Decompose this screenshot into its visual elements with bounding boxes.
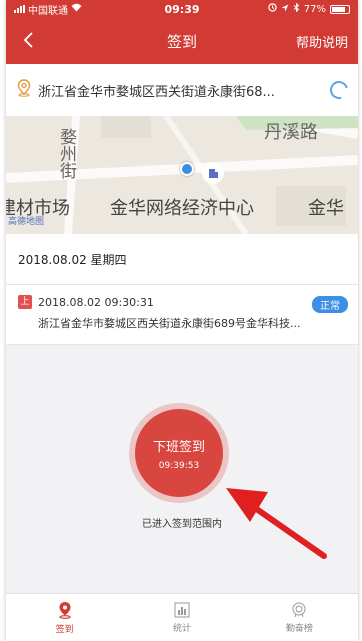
map-label-right: 金华 — [308, 198, 344, 219]
morning-tag: 上 — [18, 295, 32, 309]
phone-screen: 中国联通 09:39 77% 签到 帮助说明 浙江省金华市婺城区西关街道永康街6… — [6, 0, 358, 641]
current-address: 浙江省金华市婺城区西关街道永康街68... — [38, 84, 275, 100]
tab-label: 勤奋榜 — [285, 623, 313, 634]
tab-checkin[interactable]: 签到 — [6, 594, 123, 641]
red-arrow-annotation — [226, 488, 327, 559]
status-badge: 正常 — [312, 296, 348, 313]
map-label-road: 丹溪路 — [264, 122, 318, 143]
location-row: 浙江省金华市婺城区西关街道永康街68... — [6, 64, 358, 116]
chart-icon — [174, 602, 190, 617]
building-icon — [202, 162, 224, 184]
tab-label: 签到 — [55, 624, 74, 635]
checkout-button[interactable]: 下班签到 09:39:53 — [135, 409, 223, 497]
map-label-street: 婺州街 — [60, 128, 77, 182]
battery-icon — [330, 4, 350, 14]
tab-bar: 签到 统计 勤奋榜 — [6, 593, 358, 641]
medal-icon — [292, 602, 306, 617]
record-time: 2018.08.02 09:30:31 — [38, 295, 154, 309]
map-view[interactable]: 丹溪路 婺州街 建材市场 金华网络经济中心 金华 高德地图 — [6, 116, 358, 234]
record-header: 上 2018.08.02 09:30:31 — [18, 295, 346, 309]
refresh-location-icon[interactable] — [326, 77, 352, 103]
checkout-label: 下班签到 — [152, 439, 205, 455]
checkin-area: 下班签到 09:39:53 已进入签到范围内 — [6, 345, 358, 593]
map-label-center: 金华网络经济中心 — [110, 198, 254, 219]
nav-bar: 签到 帮助说明 — [6, 18, 358, 64]
current-date: 2018.08.02 星期四 — [18, 252, 127, 267]
checkout-time: 09:39:53 — [158, 460, 200, 471]
location-pin-icon — [16, 79, 32, 101]
current-position-marker — [180, 162, 194, 176]
status-time: 09:39 — [164, 2, 200, 16]
help-link[interactable]: 帮助说明 — [296, 32, 348, 51]
tab-label: 统计 — [172, 623, 191, 634]
tab-leaderboard[interactable]: 勤奋榜 — [241, 594, 358, 641]
map-watermark: 高德地图 — [8, 217, 45, 227]
tab-statistics[interactable]: 统计 — [123, 594, 240, 641]
location-pin-icon — [59, 601, 71, 619]
record-address: 浙江省金华市婺城区西关街道永康街689号金华科技... — [38, 317, 301, 330]
status-bar: 中国联通 09:39 77% — [6, 0, 358, 18]
checkin-record: 上 2018.08.02 09:30:31 正常 浙江省金华市婺城区西关街道永康… — [6, 285, 358, 345]
date-row: 2018.08.02 星期四 — [6, 234, 358, 285]
